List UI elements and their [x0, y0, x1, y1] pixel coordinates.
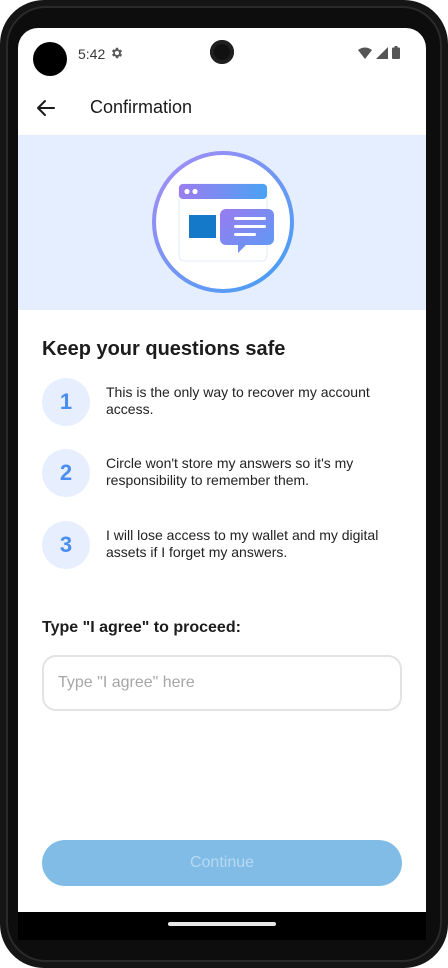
wifi-icon: [358, 47, 372, 59]
step-number-badge: 1: [42, 378, 90, 426]
step-item: 2 Circle won't store my answers so it's …: [42, 449, 402, 499]
agree-input[interactable]: [42, 655, 402, 711]
gear-icon: [111, 47, 123, 59]
step-text: Circle won't store my answers so it's my…: [106, 455, 354, 488]
step-text: I will lose access to my wallet and my d…: [106, 527, 379, 560]
section-title: Keep your questions safe: [42, 338, 286, 360]
front-camera-dot: [33, 42, 67, 76]
system-nav-bar: [18, 912, 426, 940]
status-time: 5:42: [78, 46, 106, 62]
device-frame: 5:42 Confirmation Keep your questions sa…: [0, 0, 448, 968]
step-number-badge: 3: [42, 521, 90, 569]
status-bar: 5:42: [18, 28, 426, 80]
punch-hole-camera: [210, 40, 234, 64]
app-screen: 5:42 Confirmation Keep your questions sa…: [18, 28, 426, 940]
step-number-badge: 2: [42, 449, 90, 497]
agree-label: Type "I agree" to proceed:: [42, 619, 241, 636]
home-indicator[interactable]: [168, 922, 276, 926]
battery-icon: [392, 46, 400, 59]
step-item: 1 This is the only way to recover my acc…: [42, 378, 402, 428]
signal-icon: [376, 46, 388, 59]
step-item: 3 I will lose access to my wallet and my…: [42, 521, 402, 571]
back-button[interactable]: [30, 92, 62, 124]
browser-chat-illustration: [152, 151, 294, 293]
page-title: Confirmation: [90, 97, 193, 117]
arrow-left-icon: [37, 100, 55, 116]
step-text: This is the only way to recover my accou…: [106, 384, 370, 417]
status-icons: [358, 46, 400, 59]
app-bar: Confirmation: [18, 80, 426, 136]
hero-banner: [18, 135, 426, 310]
continue-button[interactable]: Continue: [42, 840, 402, 886]
